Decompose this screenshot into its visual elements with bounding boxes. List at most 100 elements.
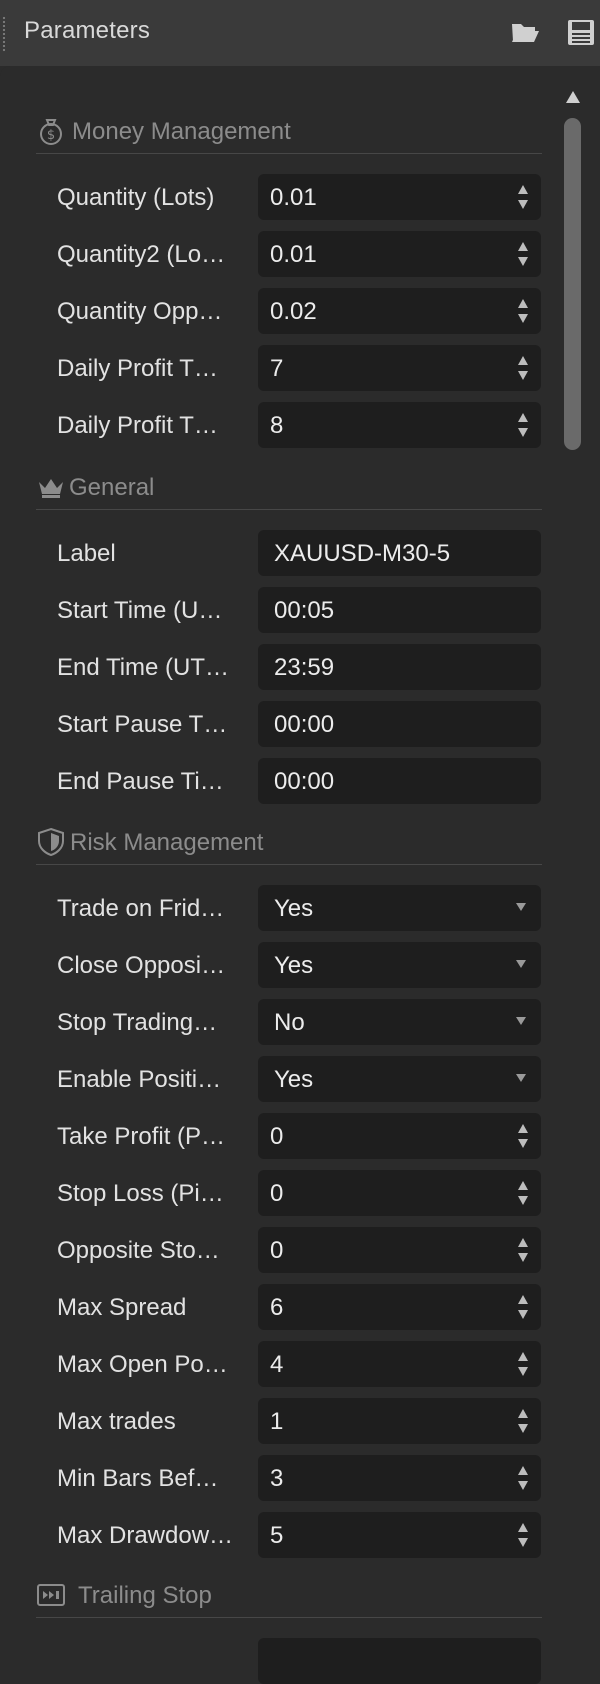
opposite-stop-input[interactable]: 0 xyxy=(258,1227,541,1273)
spinner-arrows-icon[interactable] xyxy=(517,1521,529,1549)
param-label: Stop Trading… xyxy=(57,1009,218,1036)
start-pause-time-input[interactable]: 00:00 xyxy=(258,701,541,747)
section-title: Trailing Stop xyxy=(78,1582,212,1609)
scrollbar-thumb[interactable] xyxy=(564,118,581,450)
param-label: Daily Profit T… xyxy=(57,412,218,439)
trade-on-friday-select[interactable]: Yes xyxy=(258,885,541,931)
field-value: XAUUSD-M30-5 xyxy=(274,540,451,567)
param-row: Max trades 1 xyxy=(0,1398,600,1444)
spinner-arrows-icon[interactable] xyxy=(517,240,529,268)
quantity-lots-input[interactable]: 0.01 xyxy=(258,174,541,220)
daily-profit-target-2-input[interactable]: 8 xyxy=(258,402,541,448)
max-trades-input[interactable]: 1 xyxy=(258,1398,541,1444)
field-value: 8 xyxy=(270,412,284,439)
field-value: 5 xyxy=(270,1522,284,1549)
param-label: Min Bars Bef… xyxy=(57,1465,219,1492)
param-row: Close Opposi… Yes xyxy=(0,942,600,988)
scroll-up-arrow-icon[interactable] xyxy=(565,90,581,104)
field-value: 3 xyxy=(270,1465,284,1492)
section-trailing-stop[interactable]: Trailing Stop xyxy=(36,1576,542,1618)
save-icon[interactable] xyxy=(566,18,596,46)
trailing-stop-icon xyxy=(37,1584,65,1606)
param-label: Stop Loss (Pi… xyxy=(57,1180,224,1207)
spinner-arrows-icon[interactable] xyxy=(517,1350,529,1378)
param-row: Max Drawdow… 5 xyxy=(0,1512,600,1558)
start-time-input[interactable]: 00:05 xyxy=(258,587,541,633)
param-row: Daily Profit T… 7 xyxy=(0,345,600,391)
param-label: Max Open Po… xyxy=(57,1351,228,1378)
dropdown-arrow-icon[interactable] xyxy=(515,1073,527,1083)
dropdown-arrow-icon[interactable] xyxy=(515,959,527,969)
max-spread-input[interactable]: 6 xyxy=(258,1284,541,1330)
field-value: 6 xyxy=(270,1294,284,1321)
field-value: 23:59 xyxy=(274,654,335,681)
stop-loss-input[interactable]: 0 xyxy=(258,1170,541,1216)
field-value: Yes xyxy=(274,952,314,979)
max-open-positions-input[interactable]: 4 xyxy=(258,1341,541,1387)
param-label: End Pause Ti… xyxy=(57,768,224,795)
param-row: Trade on Frid… Yes xyxy=(0,885,600,931)
panel-header: Parameters xyxy=(0,0,600,66)
param-row: Quantity2 (Lo… 0.01 xyxy=(0,231,600,277)
param-row: Max Open Po… 4 xyxy=(0,1341,600,1387)
spinner-arrows-icon[interactable] xyxy=(517,297,529,325)
close-opposite-select[interactable]: Yes xyxy=(258,942,541,988)
field-value: No xyxy=(274,1009,305,1036)
dropdown-arrow-icon[interactable] xyxy=(515,902,527,912)
enable-position-select[interactable]: Yes xyxy=(258,1056,541,1102)
folder-open-icon[interactable] xyxy=(510,18,540,46)
spinner-arrows-icon[interactable] xyxy=(517,354,529,382)
label-input[interactable]: XAUUSD-M30-5 xyxy=(258,530,541,576)
spinner-arrows-icon[interactable] xyxy=(517,1293,529,1321)
spinner-arrows-icon[interactable] xyxy=(517,1407,529,1435)
take-profit-input[interactable]: 0 xyxy=(258,1113,541,1159)
end-time-input[interactable]: 23:59 xyxy=(258,644,541,690)
param-label: Close Opposi… xyxy=(57,952,226,979)
quantity2-lots-input[interactable]: 0.01 xyxy=(258,231,541,277)
field-value: 0 xyxy=(270,1180,284,1207)
param-label: Max Drawdow… xyxy=(57,1522,234,1549)
param-row: Daily Profit T… 8 xyxy=(0,402,600,448)
spinner-arrows-icon[interactable] xyxy=(517,183,529,211)
param-label: Daily Profit T… xyxy=(57,355,218,382)
panel-title: Parameters xyxy=(24,17,151,44)
quantity-opposite-input[interactable]: 0.02 xyxy=(258,288,541,334)
section-title: Risk Management xyxy=(70,829,264,856)
dropdown-arrow-icon[interactable] xyxy=(515,1016,527,1026)
min-bars-before-input[interactable]: 3 xyxy=(258,1455,541,1501)
spinner-arrows-icon[interactable] xyxy=(517,1464,529,1492)
spinner-arrows-icon[interactable] xyxy=(517,1236,529,1264)
field-value: 0 xyxy=(270,1237,284,1264)
param-row xyxy=(0,1638,600,1684)
param-label: Opposite Sto… xyxy=(57,1237,220,1264)
field-value: 0 xyxy=(270,1123,284,1150)
stop-trading-select[interactable]: No xyxy=(258,999,541,1045)
param-row: Start Pause T… 00:00 xyxy=(0,701,600,747)
param-row: End Pause Ti… 00:00 xyxy=(0,758,600,804)
param-label: Start Time (U… xyxy=(57,597,223,624)
section-general[interactable]: General xyxy=(36,468,542,510)
spinner-arrows-icon[interactable] xyxy=(517,411,529,439)
end-pause-time-input[interactable]: 00:00 xyxy=(258,758,541,804)
field-value: 0.01 xyxy=(270,241,317,268)
param-label: Start Pause T… xyxy=(57,711,228,738)
spinner-arrows-icon[interactable] xyxy=(517,1179,529,1207)
trailing-stop-input[interactable] xyxy=(258,1638,541,1684)
drag-grip-handle[interactable] xyxy=(2,16,6,52)
field-value: 0.01 xyxy=(270,184,317,211)
section-money-management[interactable]: $ Money Management xyxy=(36,112,542,154)
section-risk-management[interactable]: Risk Management xyxy=(36,823,542,865)
field-value: Yes xyxy=(274,895,314,922)
param-label: Take Profit (P… xyxy=(57,1123,226,1150)
param-label: Enable Positi… xyxy=(57,1066,222,1093)
spinner-arrows-icon[interactable] xyxy=(517,1122,529,1150)
svg-text:$: $ xyxy=(47,128,55,143)
param-row: End Time (UT… 23:59 xyxy=(0,644,600,690)
param-row: Take Profit (P… 0 xyxy=(0,1113,600,1159)
param-row: Label XAUUSD-M30-5 xyxy=(0,530,600,576)
max-drawdown-input[interactable]: 5 xyxy=(258,1512,541,1558)
param-row: Opposite Sto… 0 xyxy=(0,1227,600,1273)
param-label: Max trades xyxy=(57,1408,176,1435)
param-label: Max Spread xyxy=(57,1294,187,1321)
daily-profit-target-input[interactable]: 7 xyxy=(258,345,541,391)
